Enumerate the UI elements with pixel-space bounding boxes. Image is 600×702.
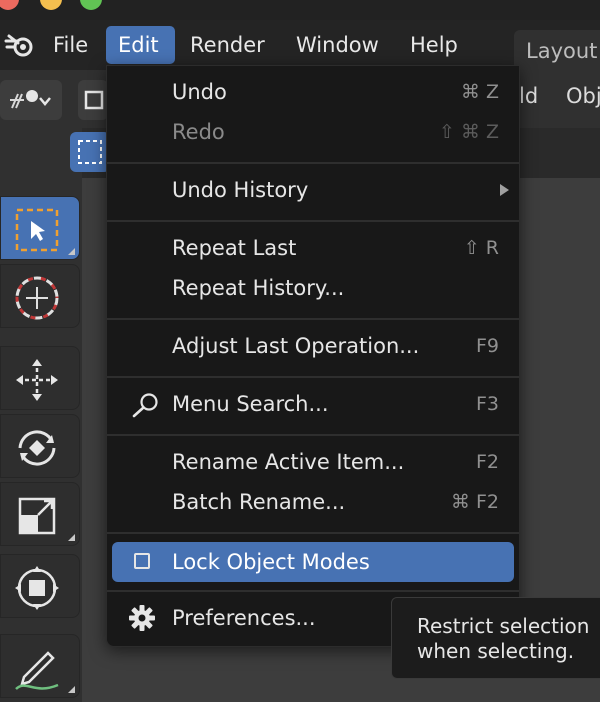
menu-file[interactable]: File — [41, 26, 100, 64]
close-window-button[interactable] — [0, 0, 19, 10]
menu-item-label: Rename Active Item... — [172, 450, 405, 474]
lock-object-modes-checkbox[interactable] — [134, 553, 150, 569]
tooltip: Restrict selection when selecting. — [391, 597, 600, 679]
menu-item-shortcut: F3 — [475, 393, 499, 415]
menu-item-label: Preferences... — [172, 606, 316, 630]
menu-item-label: Batch Rename... — [172, 490, 346, 514]
menu-item-label: Repeat History... — [172, 276, 345, 300]
menu-separator — [107, 376, 519, 378]
window-titlebar — [0, 0, 600, 20]
menu-item-label: Adjust Last Operation... — [172, 334, 420, 358]
menu-help[interactable]: Help — [398, 26, 470, 64]
tool-annotate[interactable] — [0, 634, 80, 698]
header-partial-label[interactable]: ld — [519, 84, 538, 108]
tooltip-text: Restrict selection when selecting. — [417, 614, 590, 663]
menu-item-label: Lock Object Modes — [172, 550, 370, 574]
menu-item-label: Undo History — [172, 178, 309, 202]
menu-item-shortcut: F9 — [475, 335, 499, 357]
edit-menu-dropdown: Undo ⌘ Z Redo ⇧ ⌘ Z Undo History Repeat … — [106, 65, 520, 647]
menu-item-repeat-history[interactable]: Repeat History... — [112, 268, 514, 308]
menu-item-shortcut: ⇧ R — [463, 237, 499, 259]
menu-item-menu-search[interactable]: Menu Search... F3 — [112, 384, 514, 424]
blender-logo-icon[interactable] — [4, 32, 34, 58]
editor-type-icon — [10, 90, 51, 109]
menu-item-shortcut: F2 — [475, 451, 499, 473]
submenu-arrow-icon — [500, 184, 509, 196]
gear-icon — [129, 605, 155, 631]
select-box-icon — [15, 208, 59, 252]
transform-icon — [15, 566, 59, 610]
menu-edit[interactable]: Edit — [106, 26, 175, 64]
menu-item-label: Redo — [172, 120, 225, 144]
menu-item-shortcut: ⌘ Z — [460, 81, 499, 103]
top-menubar: File Edit Render Window Help Layout — [0, 20, 600, 70]
menu-window[interactable]: Window — [284, 26, 391, 64]
tool-transform[interactable] — [0, 554, 80, 618]
menu-separator — [107, 532, 519, 534]
menu-item-undo[interactable]: Undo ⌘ Z — [112, 72, 514, 112]
menu-item-rename-active-item[interactable]: Rename Active Item... F2 — [112, 442, 514, 482]
menu-render[interactable]: Render — [178, 26, 277, 64]
rotate-icon — [18, 430, 56, 466]
menu-item-shortcut: ⇧ ⌘ Z — [438, 121, 499, 143]
editor-type-button[interactable] — [0, 80, 62, 120]
tool-scale[interactable] — [0, 482, 80, 546]
move-icon — [16, 359, 58, 401]
scale-icon — [18, 497, 56, 535]
menu-separator — [107, 590, 519, 592]
minimize-window-button[interactable] — [40, 0, 62, 10]
box-select-mode-button[interactable] — [70, 132, 110, 172]
tool-cursor[interactable] — [0, 264, 80, 328]
menu-item-redo[interactable]: Redo ⇧ ⌘ Z — [112, 112, 514, 152]
menu-item-undo-history[interactable]: Undo History — [112, 170, 514, 210]
select-mode-button[interactable] — [78, 80, 108, 120]
header-object-menu[interactable]: Obj — [566, 84, 600, 108]
select-mode-icon — [84, 90, 104, 110]
menu-item-adjust-last-operation[interactable]: Adjust Last Operation... F9 — [112, 326, 514, 366]
menu-item-label: Menu Search... — [172, 392, 329, 416]
zoom-window-button[interactable] — [80, 0, 102, 10]
menu-separator — [107, 434, 519, 436]
workspace-tab-layout[interactable]: Layout — [514, 30, 600, 70]
dashed-box-icon — [78, 140, 102, 164]
menu-item-label: Repeat Last — [172, 236, 297, 260]
menu-separator — [107, 318, 519, 320]
menu-separator — [107, 220, 519, 222]
menu-separator — [107, 162, 519, 164]
tool-options-indicator — [68, 534, 75, 541]
tool-move[interactable] — [0, 346, 80, 410]
menu-item-lock-object-modes[interactable]: Lock Object Modes — [112, 542, 514, 582]
menu-item-shortcut: ⌘ F2 — [450, 491, 499, 513]
annotate-icon — [15, 651, 59, 690]
menu-item-batch-rename[interactable]: Batch Rename... ⌘ F2 — [112, 482, 514, 522]
tool-rotate[interactable] — [0, 414, 80, 478]
menu-item-repeat-last[interactable]: Repeat Last ⇧ R — [112, 228, 514, 268]
cursor-icon — [15, 276, 59, 320]
tool-options-indicator — [68, 248, 75, 255]
menu-item-label: Undo — [172, 80, 227, 104]
search-icon — [132, 393, 158, 418]
tool-options-indicator — [68, 686, 75, 693]
tool-select-box[interactable] — [0, 196, 80, 260]
